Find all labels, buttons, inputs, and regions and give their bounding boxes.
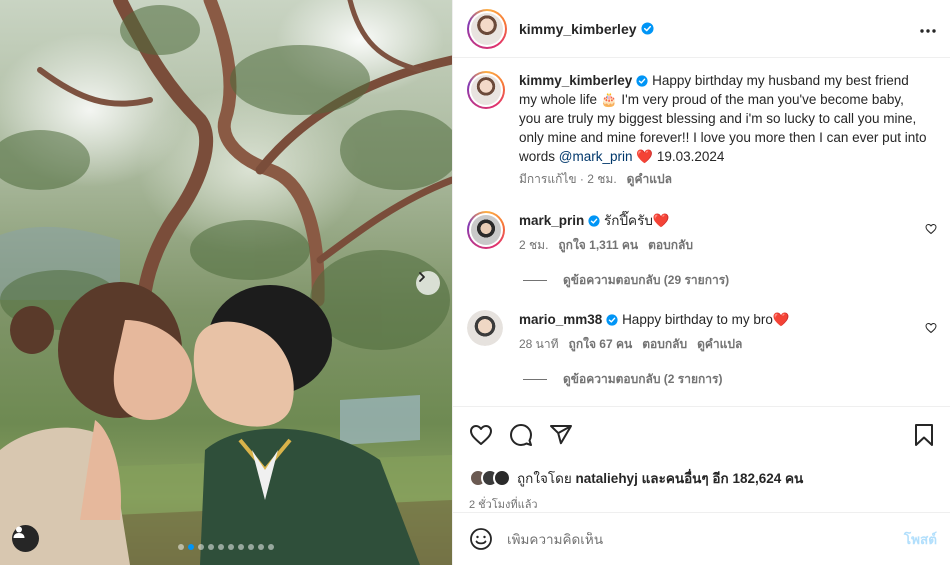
add-comment-bar: โพสต์ xyxy=(453,512,950,565)
post-side-panel: kimmy_kimberley kimmy_kimberley Happy bi… xyxy=(452,0,950,565)
post-photo[interactable] xyxy=(0,0,452,565)
carousel-dot xyxy=(268,544,274,550)
carousel-dot xyxy=(258,544,264,550)
commenter-username[interactable]: mario_mm38 xyxy=(519,312,602,327)
comment-item: mark_prin รักปี๊ครับ❤️ 2 ชม. ถูกใจ 1,311… xyxy=(467,211,937,255)
mention-link[interactable]: @mark_prin xyxy=(559,149,633,164)
reply-button[interactable]: ตอบกลับ xyxy=(642,335,687,354)
caption: kimmy_kimberley Happy birthday my husban… xyxy=(467,71,937,189)
comment-time: 2 ชม. xyxy=(519,238,549,252)
carousel-indicator xyxy=(0,544,452,550)
carousel-dot xyxy=(238,544,244,550)
comment-input[interactable] xyxy=(507,531,904,547)
comment-likes[interactable]: ถูกใจ 67 คน xyxy=(569,335,633,354)
liked-by-prefix: ถูกใจโดย xyxy=(517,471,572,486)
see-translation-link[interactable]: ดูคำแปล xyxy=(627,170,672,189)
share-icon[interactable] xyxy=(549,423,573,447)
commenter-avatar[interactable] xyxy=(467,211,505,249)
verified-badge-icon xyxy=(606,314,618,326)
post-header: kimmy_kimberley xyxy=(453,0,950,58)
commenter-username[interactable]: mark_prin xyxy=(519,213,584,228)
comment-icon[interactable] xyxy=(509,423,533,447)
reply-button[interactable]: ตอบกลับ xyxy=(648,236,693,255)
comment-text: Happy birthday to my bro xyxy=(622,312,773,327)
heart-emoji: ❤️ xyxy=(636,149,654,164)
bookmark-icon[interactable] xyxy=(913,423,935,447)
comment-time: 28 นาที xyxy=(519,337,559,351)
verified-badge-icon xyxy=(640,22,654,35)
commenter-avatar[interactable] xyxy=(467,310,503,346)
caption-author-avatar[interactable] xyxy=(467,71,505,109)
like-heart-icon[interactable] xyxy=(469,423,493,447)
carousel-dot xyxy=(188,544,194,550)
cake-emoji: 🎂 xyxy=(600,92,618,107)
see-translation-link[interactable]: ดูคำแปล xyxy=(697,335,742,354)
likes-summary[interactable]: ถูกใจโดย nataliehyj และคนอื่นๆ อีก 182,6… xyxy=(469,467,935,489)
carousel-dot xyxy=(228,544,234,550)
liker-avatars xyxy=(469,469,511,487)
caption-date: 19.03.2024 xyxy=(656,149,725,164)
emoji-icon[interactable] xyxy=(469,527,493,551)
more-horizontal-icon xyxy=(920,28,936,33)
post-comment-button[interactable]: โพสต์ xyxy=(904,528,937,550)
author-username[interactable]: kimmy_kimberley xyxy=(519,21,637,37)
view-replies-button[interactable]: ดูข้อความตอบกลับ (2 รายการ) xyxy=(523,370,937,389)
edited-time: มีการแก้ไข · 2 ชม. xyxy=(519,172,617,186)
carousel-dot xyxy=(208,544,214,550)
comment-likes[interactable]: ถูกใจ 1,311 คน xyxy=(558,236,638,255)
liked-by-user[interactable]: nataliehyj xyxy=(576,471,638,486)
carousel-dot xyxy=(198,544,204,550)
comment-text: รักปี๊ครับ xyxy=(604,213,653,228)
heart-emoji: ❤️ xyxy=(652,213,670,228)
caption-author[interactable]: kimmy_kimberley xyxy=(519,73,632,88)
chevron-right-icon xyxy=(419,272,425,282)
post-actions: ถูกใจโดย nataliehyj และคนอื่นๆ อีก 182,6… xyxy=(453,406,950,513)
comment-item: mario_mm38 Happy birthday to my bro❤️ 28… xyxy=(467,310,937,354)
next-slide-button[interactable] xyxy=(416,271,440,295)
carousel-dot xyxy=(178,544,184,550)
view-replies-button[interactable]: ดูข้อความตอบกลับ (29 รายการ) xyxy=(523,271,937,290)
user-icon xyxy=(13,526,25,538)
author-avatar[interactable] xyxy=(467,8,507,49)
heart-emoji: ❤️ xyxy=(772,312,790,327)
comments-section[interactable]: kimmy_kimberley Happy birthday my husban… xyxy=(453,59,950,406)
verified-badge-icon xyxy=(588,215,600,227)
carousel-dot xyxy=(248,544,254,550)
post-time: 2 ชั่วโมงที่แล้ว xyxy=(469,499,538,511)
photo-illustration xyxy=(0,0,452,565)
liked-by-others[interactable]: และคนอื่นๆ อีก 182,624 คน xyxy=(642,467,804,489)
instagram-post-modal: kimmy_kimberley kimmy_kimberley Happy bi… xyxy=(0,0,950,565)
heart-outline-icon[interactable] xyxy=(925,223,937,235)
heart-outline-icon[interactable] xyxy=(925,322,937,334)
more-options-button[interactable] xyxy=(920,20,936,38)
verified-badge-icon xyxy=(636,75,648,87)
carousel-dot xyxy=(218,544,224,550)
